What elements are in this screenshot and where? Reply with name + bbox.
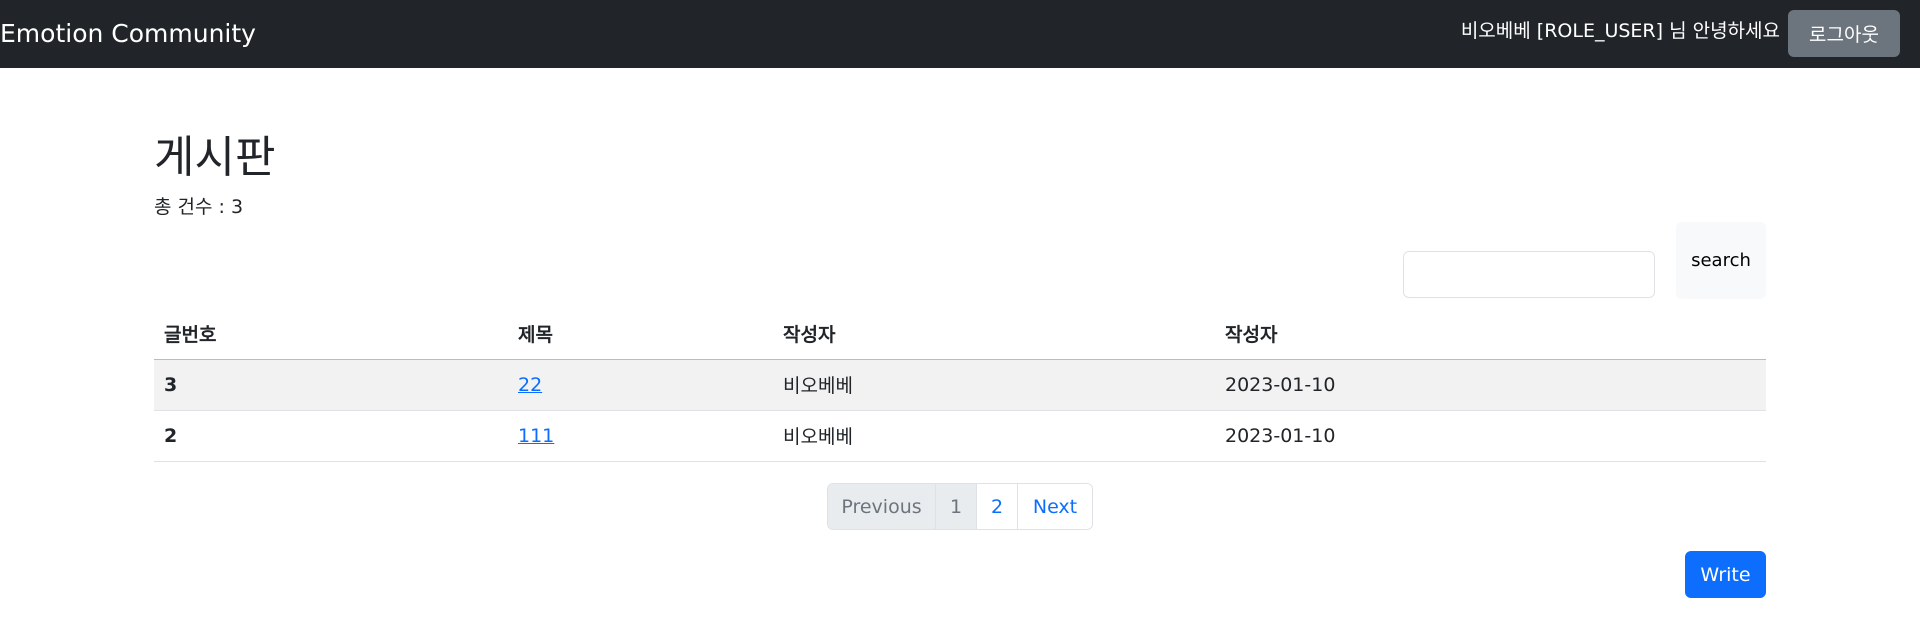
pagination-page-2[interactable]: 2 — [977, 484, 1018, 529]
table-header-row: 글번호 제목 작성자 작성자 — [154, 308, 1766, 360]
post-title-cell: 111 — [508, 410, 773, 462]
search-input[interactable] — [1403, 251, 1655, 298]
search-button[interactable]: search — [1676, 222, 1766, 299]
column-header-number: 글번호 — [154, 308, 508, 360]
top-navbar: Emotion Community 비오베베 [ROLE_USER] 님 안녕하… — [0, 0, 1920, 68]
post-number: 2 — [154, 410, 508, 462]
pagination-next[interactable]: Next — [1018, 484, 1092, 529]
board-table: 글번호 제목 작성자 작성자 3 22 비오베베 2023-01-10 2 11… — [154, 308, 1766, 462]
logout-button[interactable]: 로그아웃 — [1788, 10, 1900, 57]
column-header-author: 작성자 — [773, 308, 1215, 360]
pagination-previous[interactable]: Previous — [828, 484, 936, 529]
post-author: 비오베베 — [773, 410, 1215, 462]
post-number: 3 — [154, 359, 508, 411]
table-row: 3 22 비오베베 2023-01-10 — [154, 359, 1766, 411]
column-header-title: 제목 — [508, 308, 773, 360]
page-title: 게시판 — [154, 132, 276, 183]
total-count: 총 건수 : 3 — [154, 196, 244, 218]
table-row: 2 111 비오베베 2023-01-10 — [154, 410, 1766, 462]
write-button[interactable]: Write — [1685, 551, 1766, 598]
post-date: 2023-01-10 — [1215, 410, 1766, 462]
post-title-link[interactable]: 111 — [518, 425, 554, 447]
brand-link[interactable]: Emotion Community — [0, 17, 256, 51]
pagination-page-1[interactable]: 1 — [936, 484, 977, 529]
post-author: 비오베베 — [773, 359, 1215, 411]
post-date: 2023-01-10 — [1215, 359, 1766, 411]
post-title-cell: 22 — [508, 359, 773, 411]
column-header-date: 작성자 — [1215, 308, 1766, 360]
pagination: Previous 1 2 Next — [827, 483, 1093, 530]
user-greeting: 비오베베 [ROLE_USER] 님 안녕하세요 — [1460, 20, 1780, 42]
post-title-link[interactable]: 22 — [518, 374, 542, 396]
